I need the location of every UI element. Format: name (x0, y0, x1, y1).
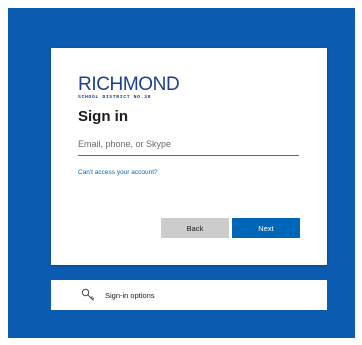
cant-access-account-link[interactable]: Can't access your account? (78, 169, 158, 176)
back-button[interactable]: Back (161, 218, 229, 238)
logo-name: RICHMOND (78, 74, 180, 95)
email-field[interactable] (78, 133, 299, 156)
key-icon (81, 288, 95, 302)
page-title: Sign in (78, 108, 128, 125)
district-logo: RICHMOND SCHOOL DISTRICT NO.38 (78, 74, 180, 100)
signin-card: RICHMOND SCHOOL DISTRICT NO.38 Sign in C… (51, 48, 327, 265)
signin-options-label: Sign-in options (105, 290, 155, 300)
signin-options-button[interactable]: Sign-in options (51, 280, 327, 310)
next-button[interactable]: Next (232, 218, 300, 238)
logo-subtitle: SCHOOL DISTRICT NO.38 (78, 95, 152, 100)
